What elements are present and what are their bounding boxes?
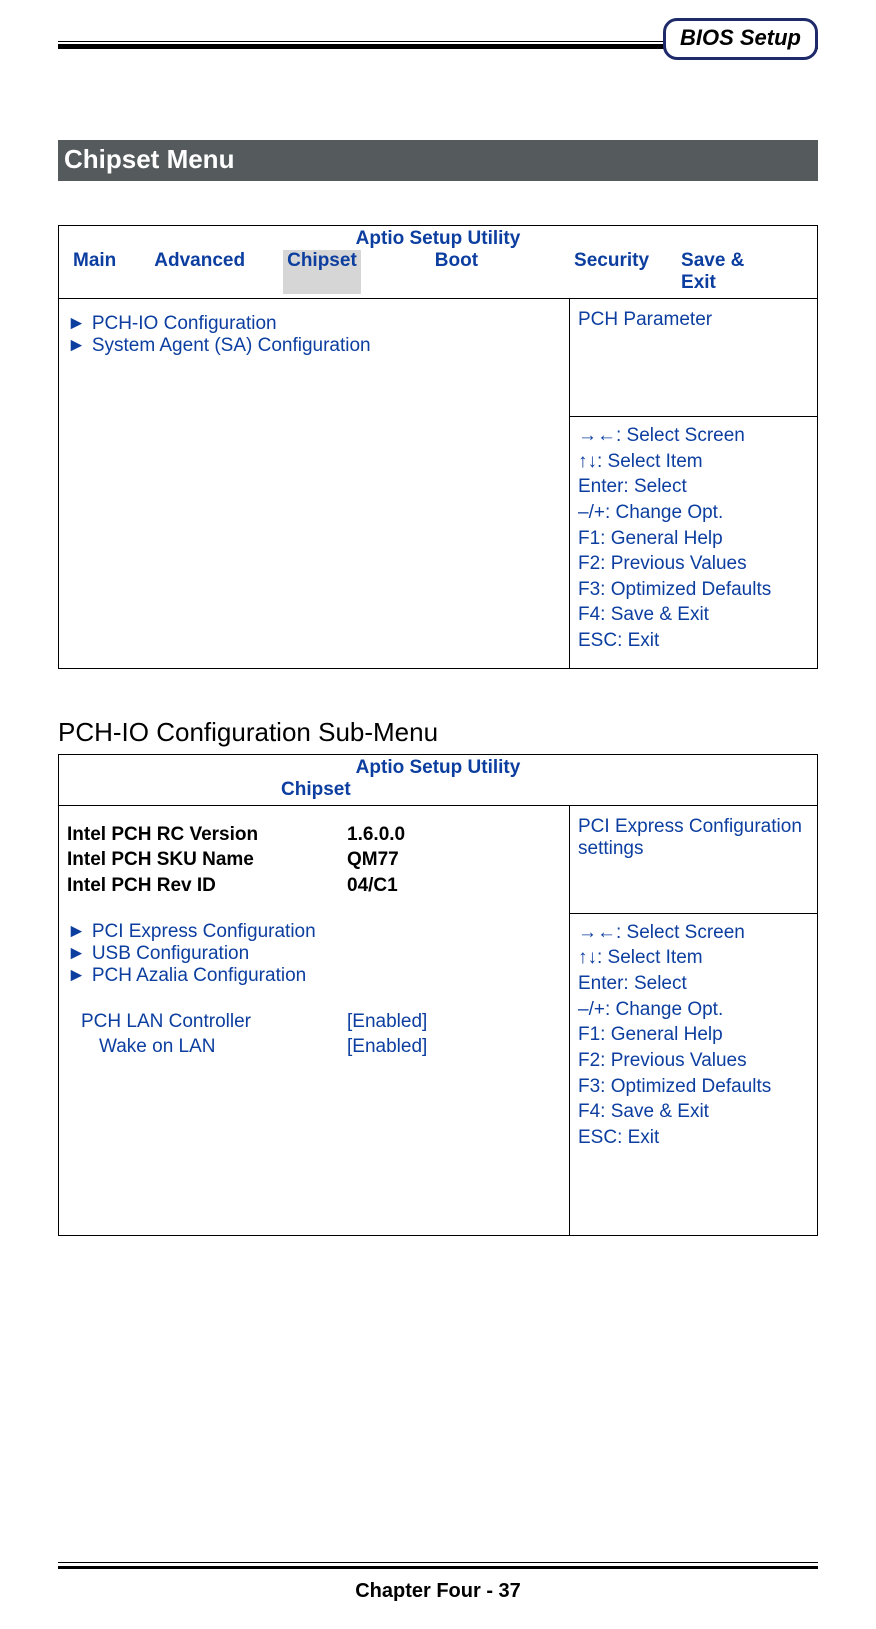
help-description: PCI Express Configuration settings	[570, 806, 817, 914]
info-label: Intel PCH SKU Name	[67, 847, 347, 873]
info-row: Intel PCH SKU Name QM77	[67, 847, 561, 873]
key-help-line: F3: Optimized Defaults	[578, 577, 809, 603]
key-help-line: ↑↓: Select Item	[578, 945, 809, 971]
option-value: [Enabled]	[347, 1009, 427, 1035]
key-help: →←: Select Screen ↑↓: Select Item Enter:…	[570, 914, 817, 1165]
menu-item-label: PCH-IO Configuration	[92, 313, 277, 335]
panel-title: Aptio Setup Utility	[59, 226, 817, 250]
panel-content: Intel PCH RC Version 1.6.0.0 Intel PCH S…	[59, 806, 569, 1235]
menu-list: ► PCH-IO Configuration ► System Agent (S…	[59, 299, 569, 668]
key-help-line: F3: Optimized Defaults	[578, 1074, 809, 1100]
section-title: Chipset Menu	[58, 140, 818, 181]
key-help: →←: Select Screen ↑↓: Select Item Enter:…	[570, 417, 817, 668]
key-help-line: F1: General Help	[578, 1022, 809, 1048]
submenu-usb[interactable]: ► USB Configuration	[67, 943, 561, 965]
info-value: 1.6.0.0	[347, 822, 405, 848]
info-value: QM77	[347, 847, 399, 873]
triangle-icon: ►	[67, 921, 86, 943]
menu-item-system-agent[interactable]: ► System Agent (SA) Configuration	[67, 335, 561, 357]
option-wake-on-lan[interactable]: Wake on LAN [Enabled]	[67, 1034, 561, 1060]
triangle-icon: ►	[67, 965, 86, 987]
menu-item-pch-io[interactable]: ► PCH-IO Configuration	[67, 313, 561, 335]
menu-item-label: PCI Express Configuration	[92, 921, 316, 943]
info-value: 04/C1	[347, 873, 398, 899]
tab-bar: Main Advanced Chipset Boot Security Save…	[59, 250, 817, 298]
option-pch-lan[interactable]: PCH LAN Controller [Enabled]	[67, 1009, 561, 1035]
submenu-pch-azalia[interactable]: ► PCH Azalia Configuration	[67, 965, 561, 987]
triangle-icon: ►	[67, 335, 86, 357]
key-help-line: –/+: Change Opt.	[578, 500, 809, 526]
footer-rule	[58, 1562, 818, 1567]
info-row: Intel PCH RC Version 1.6.0.0	[67, 822, 561, 848]
page-header: BIOS Setup	[58, 16, 818, 66]
info-label: Intel PCH Rev ID	[67, 873, 347, 899]
panel-tab-label: Chipset	[59, 779, 817, 805]
tab-advanced[interactable]: Advanced	[154, 250, 283, 294]
key-help-line: F4: Save & Exit	[578, 1099, 809, 1125]
key-help-line: F4: Save & Exit	[578, 602, 809, 628]
tab-save-exit[interactable]: Save & Exit	[681, 250, 803, 294]
menu-item-label: USB Configuration	[92, 943, 249, 965]
option-value: [Enabled]	[347, 1034, 427, 1060]
page-footer: Chapter Four - 37	[0, 1580, 876, 1603]
triangle-icon: ►	[67, 943, 86, 965]
info-label: Intel PCH RC Version	[67, 822, 347, 848]
header-badge: BIOS Setup	[663, 18, 818, 60]
bios-panel-pch-io: Aptio Setup Utility Chipset Intel PCH RC…	[58, 754, 818, 1236]
key-help-line: Enter: Select	[578, 474, 809, 500]
key-help-line: →←: Select Screen	[578, 920, 809, 946]
tab-main[interactable]: Main	[73, 250, 154, 294]
key-help-line: F2: Previous Values	[578, 1048, 809, 1074]
tab-boot[interactable]: Boot	[395, 250, 574, 294]
option-label: PCH LAN Controller	[67, 1009, 347, 1035]
key-help-line: →←: Select Screen	[578, 423, 809, 449]
key-help-line: –/+: Change Opt.	[578, 997, 809, 1023]
key-help-line: ↑↓: Select Item	[578, 449, 809, 475]
key-help-line: Enter: Select	[578, 971, 809, 997]
subsection-title: PCH-IO Configuration Sub-Menu	[58, 717, 818, 748]
option-label: Wake on LAN	[67, 1034, 347, 1060]
key-help-line: ESC: Exit	[578, 1125, 809, 1151]
submenu-pci-express[interactable]: ► PCI Express Configuration	[67, 921, 561, 943]
tab-chipset[interactable]: Chipset	[283, 250, 361, 294]
help-description: PCH Parameter	[570, 299, 817, 417]
menu-item-label: PCH Azalia Configuration	[92, 965, 306, 987]
panel-title: Aptio Setup Utility	[59, 755, 817, 779]
bios-panel-chipset: Aptio Setup Utility Main Advanced Chipse…	[58, 225, 818, 669]
tab-security[interactable]: Security	[574, 250, 681, 294]
triangle-icon: ►	[67, 313, 86, 335]
key-help-line: F1: General Help	[578, 526, 809, 552]
menu-item-label: System Agent (SA) Configuration	[92, 335, 371, 357]
info-row: Intel PCH Rev ID 04/C1	[67, 873, 561, 899]
key-help-line: ESC: Exit	[578, 628, 809, 654]
key-help-line: F2: Previous Values	[578, 551, 809, 577]
